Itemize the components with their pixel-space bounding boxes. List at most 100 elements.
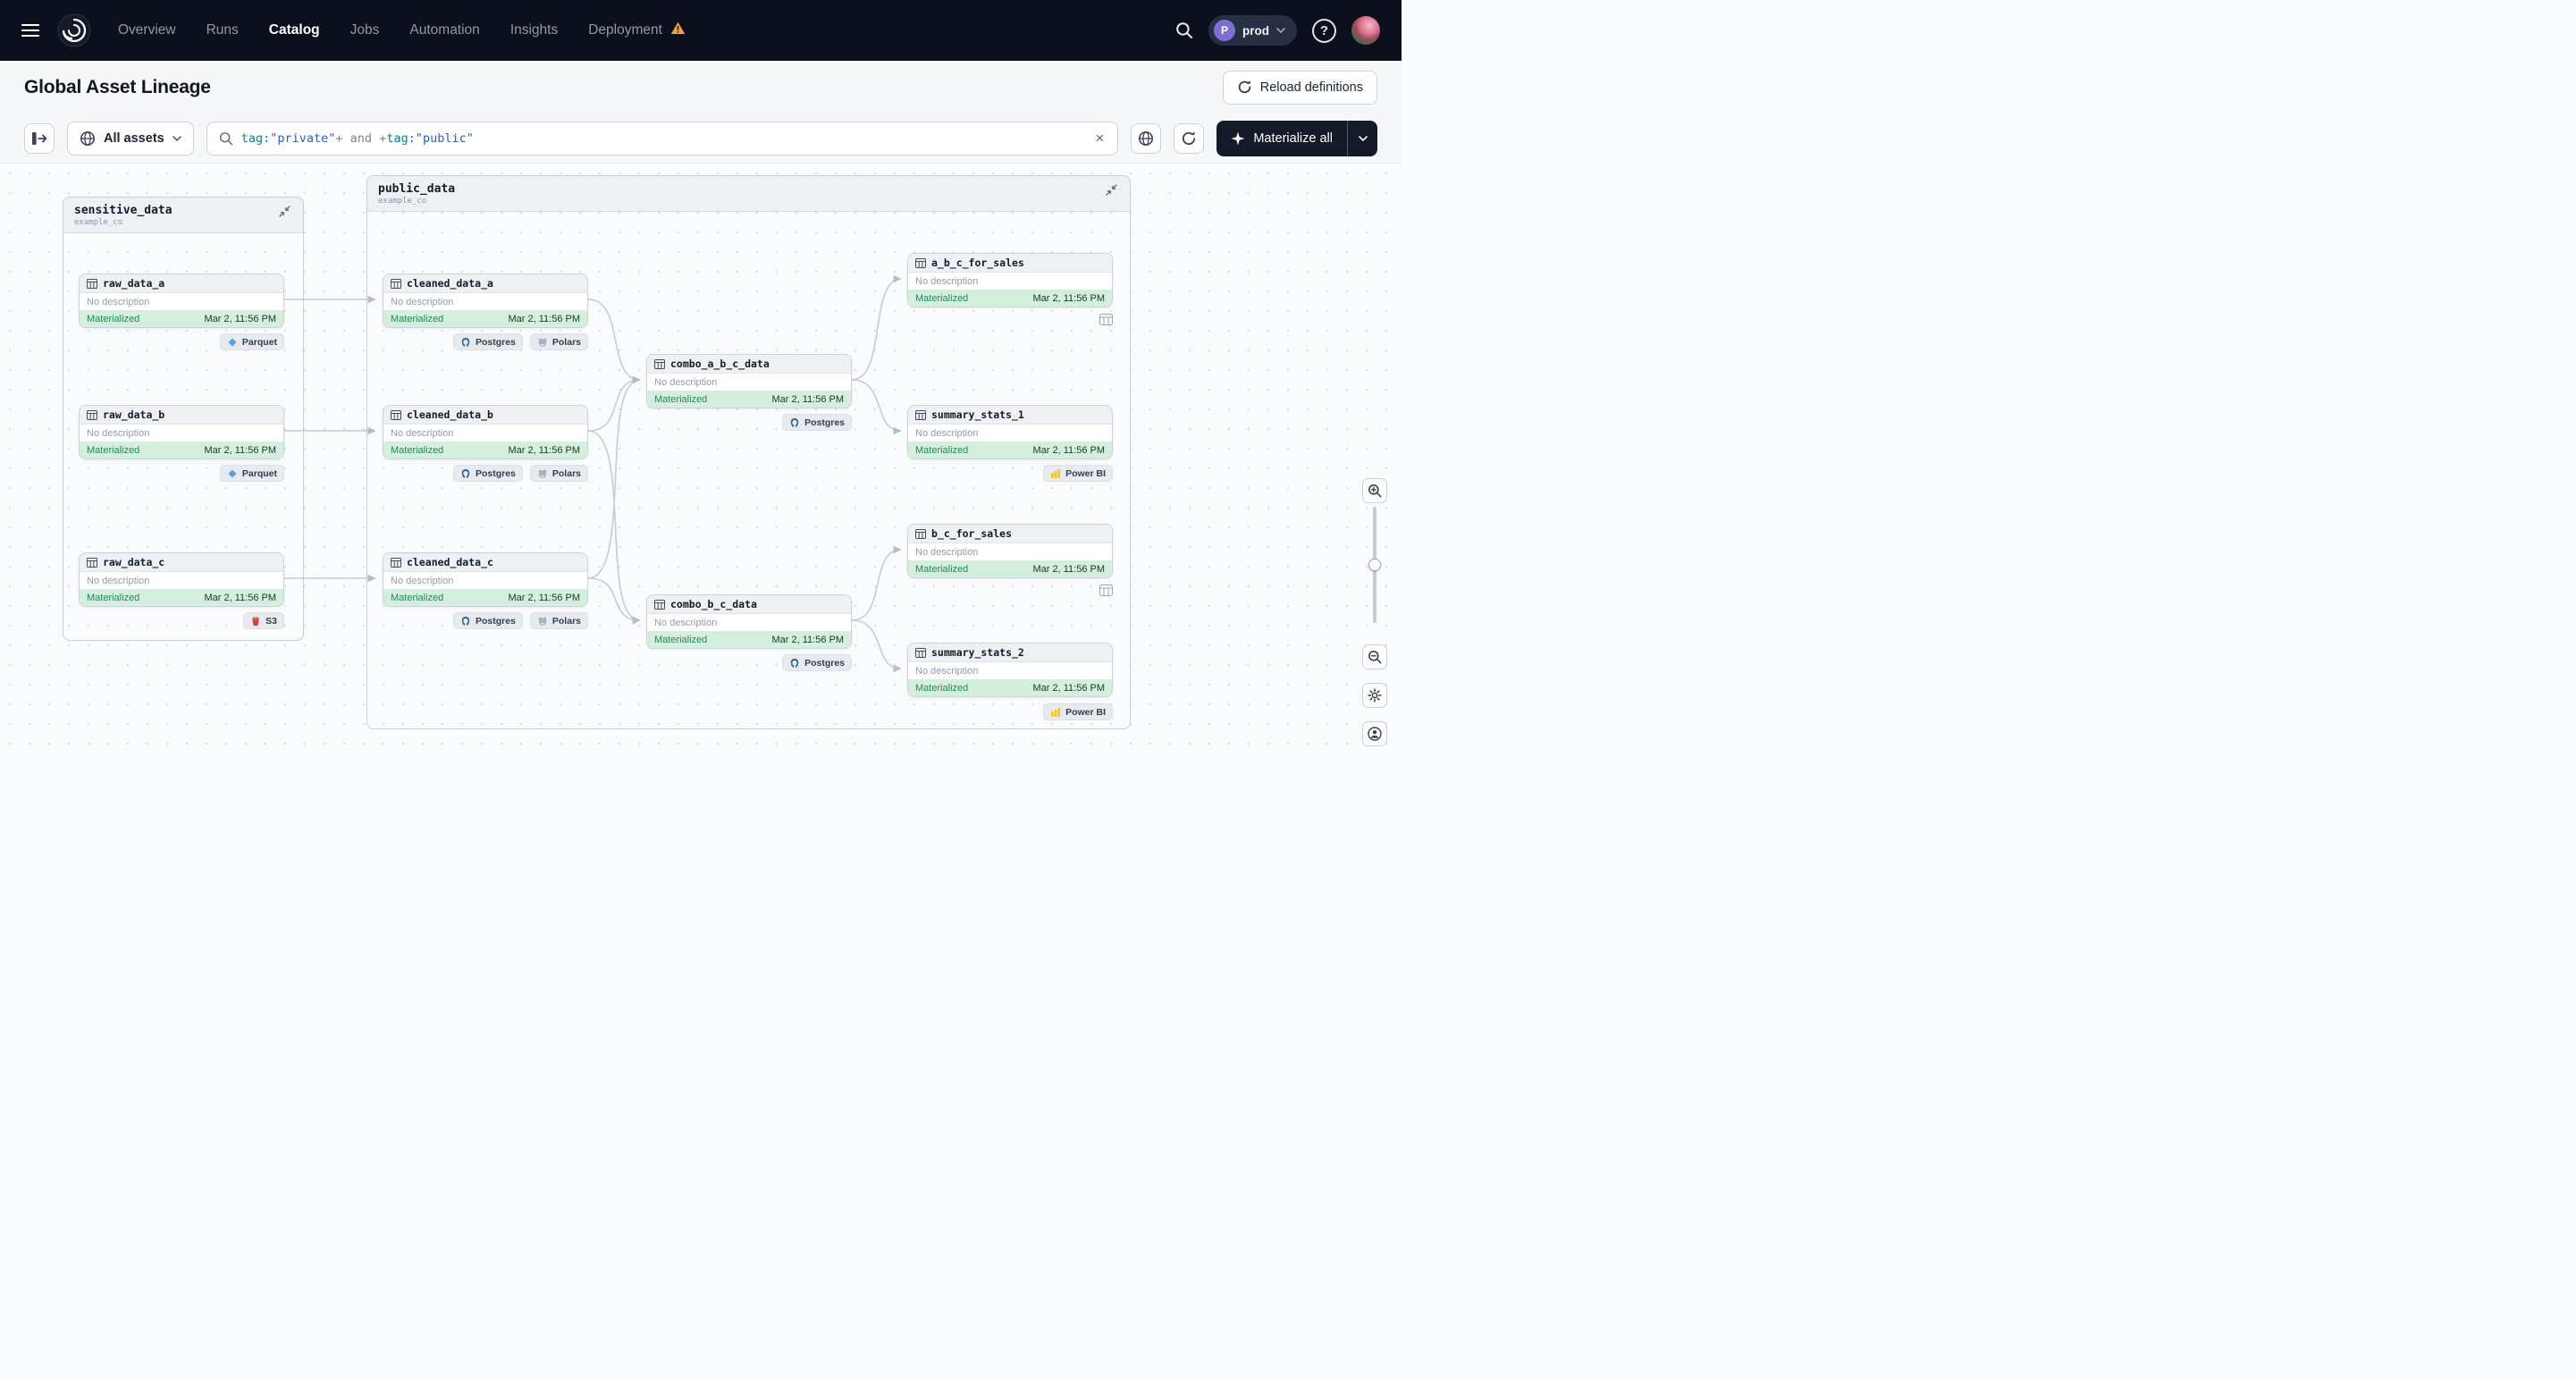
collapse-group-icon[interactable] — [1104, 182, 1119, 198]
dagster-logo[interactable] — [57, 13, 91, 47]
group-title: sensitive_data — [74, 204, 173, 217]
zoom-in-button[interactable] — [1362, 478, 1387, 503]
materialize-all-button[interactable]: Materialize all — [1216, 121, 1347, 156]
nav-item-runs[interactable]: Runs — [206, 22, 239, 38]
group-subtitle: example_co — [378, 197, 427, 206]
table-icon — [654, 599, 665, 610]
asset-description: No description — [654, 376, 718, 388]
materialized-timestamp: Mar 2, 11:56 PM — [1032, 682, 1106, 694]
materialized-timestamp: Mar 2, 11:56 PM — [508, 313, 581, 324]
asset-node-header: raw_data_c — [80, 553, 283, 572]
materialized-badge: Materialized — [87, 592, 140, 603]
sparkle-icon — [1231, 131, 1245, 146]
asset-node-cleaned-data-b[interactable]: cleaned_data_b No description Materializ… — [383, 405, 588, 459]
csv-icon[interactable] — [1099, 585, 1113, 596]
asset-name: combo_a_b_c_data — [670, 358, 770, 370]
kind-chip-postgres[interactable]: Postgres — [452, 333, 523, 350]
help-icon[interactable]: ? — [1312, 18, 1336, 43]
kind-chip-power-bi[interactable]: Power BI — [1043, 465, 1113, 482]
asset-name: summary_stats_1 — [931, 408, 1024, 421]
kind-label: S3 — [265, 615, 277, 627]
kind-chip-polars[interactable]: Polars — [529, 612, 588, 629]
asset-node-header: cleaned_data_b — [383, 406, 587, 425]
asset-node-header: combo_b_c_data — [647, 595, 851, 614]
kind-row: Postgres Polars — [383, 465, 588, 482]
table-icon — [915, 409, 926, 420]
chevron-down-icon — [1276, 28, 1285, 33]
csv-icon[interactable] — [1099, 314, 1113, 325]
kind-chip-postgres[interactable]: Postgres — [452, 612, 523, 629]
nav-item-automation[interactable]: Automation — [409, 22, 479, 38]
kind-chip-postgres[interactable]: Postgres — [452, 465, 523, 482]
graph-settings-gear-icon[interactable] — [1362, 683, 1387, 708]
materialize-split-button: Materialize all — [1216, 120, 1377, 156]
collapse-group-icon[interactable] — [277, 204, 292, 219]
asset-node-b-c-for-sales[interactable]: b_c_for_sales No description Materialize… — [907, 524, 1113, 578]
zoom-slider-knob[interactable] — [1368, 559, 1381, 571]
kind-label: Postgres — [804, 657, 845, 669]
nav-item-insights[interactable]: Insights — [510, 22, 558, 38]
kind-chip-postgres[interactable]: Postgres — [782, 654, 852, 671]
asset-selection-input[interactable]: tag: "private" + and + tag: "public" × — [206, 121, 1119, 156]
materialized-timestamp: Mar 2, 11:56 PM — [508, 444, 581, 456]
materialized-badge: Materialized — [915, 444, 969, 456]
kind-chip-power-bi[interactable]: Power BI — [1043, 703, 1113, 720]
kind-chip-polars[interactable]: Polars — [529, 465, 588, 482]
zoom-slider[interactable] — [1362, 507, 1387, 623]
account-icon[interactable] — [1362, 721, 1387, 746]
search-icon — [219, 131, 233, 146]
asset-status-row: Materialized Mar 2, 11:56 PM — [908, 290, 1112, 307]
table-icon — [915, 257, 926, 268]
asset-description: No description — [87, 575, 150, 586]
asset-node-summary-stats-2[interactable]: summary_stats_2 No description Materiali… — [907, 643, 1113, 697]
asset-scope-dropdown[interactable]: All assets — [67, 121, 194, 156]
asset-node-raw-data-b[interactable]: raw_data_b No description Materialized M… — [79, 405, 284, 459]
page-header: Global Asset Lineage Reload definitions — [0, 61, 1402, 114]
asset-selection-query: tag: "private" + and + tag: "public" — [241, 131, 1086, 146]
asset-node-header: cleaned_data_c — [383, 553, 587, 572]
asset-node-cleaned-data-c[interactable]: cleaned_data_c No description Materializ… — [383, 552, 588, 607]
parquet-icon — [227, 468, 238, 479]
menu-icon[interactable] — [18, 18, 43, 43]
warning-icon — [670, 21, 686, 39]
asset-node-cleaned-data-a[interactable]: cleaned_data_a No description Materializ… — [383, 273, 588, 328]
reload-icon — [1237, 80, 1252, 95]
nav-item-catalog[interactable]: Catalog — [269, 22, 320, 38]
kind-row — [907, 314, 1113, 325]
reload-definitions-button[interactable]: Reload definitions — [1222, 70, 1377, 105]
table-icon — [87, 557, 97, 568]
refresh-icon[interactable] — [1174, 122, 1205, 154]
asset-node-a-b-c-for-sales[interactable]: a_b_c_for_sales No description Materiali… — [907, 253, 1113, 307]
asset-node-combo-a-b-c-data[interactable]: combo_a_b_c_data No description Material… — [646, 354, 852, 408]
nav-item-deployment[interactable]: Deployment — [588, 22, 662, 38]
asset-status-row: Materialized Mar 2, 11:56 PM — [80, 310, 283, 327]
table-icon — [915, 528, 926, 539]
kind-chip-s3[interactable]: S3 — [243, 612, 284, 629]
zoom-out-button[interactable] — [1362, 644, 1387, 669]
user-avatar[interactable] — [1351, 16, 1380, 45]
asset-node-header: raw_data_a — [80, 274, 283, 293]
asset-node-raw-data-c[interactable]: raw_data_c No description Materialized M… — [79, 552, 284, 607]
postgres-icon — [460, 337, 471, 348]
kind-chip-parquet[interactable]: Parquet — [219, 333, 284, 350]
lineage-canvas[interactable]: sensitive_data example_co public_data ex… — [0, 164, 1402, 751]
graph-settings-globe-icon[interactable] — [1131, 122, 1162, 154]
environment-switcher[interactable]: P prod — [1208, 15, 1297, 46]
kind-label: Postgres — [804, 417, 845, 428]
materialized-timestamp: Mar 2, 11:56 PM — [771, 393, 845, 405]
open-panel-icon[interactable] — [24, 122, 55, 154]
kind-chip-polars[interactable]: Polars — [529, 333, 588, 350]
kind-chip-parquet[interactable]: Parquet — [219, 465, 284, 482]
asset-node-summary-stats-1[interactable]: summary_stats_1 No description Materiali… — [907, 405, 1113, 459]
asset-node-raw-data-a[interactable]: raw_data_a No description Materialized M… — [79, 273, 284, 328]
asset-name: a_b_c_for_sales — [931, 257, 1024, 269]
nav-item-overview[interactable]: Overview — [118, 22, 176, 38]
asset-node-combo-b-c-data[interactable]: combo_b_c_data No description Materializ… — [646, 594, 852, 649]
kind-chip-postgres[interactable]: Postgres — [782, 414, 852, 431]
asset-status-row: Materialized Mar 2, 11:56 PM — [908, 679, 1112, 696]
clear-search-icon[interactable]: × — [1093, 129, 1106, 147]
materialize-options-caret[interactable] — [1347, 120, 1377, 156]
search-icon[interactable] — [1175, 21, 1193, 39]
nav-item-jobs[interactable]: Jobs — [350, 22, 380, 38]
help-glyph: ? — [1319, 22, 1329, 38]
